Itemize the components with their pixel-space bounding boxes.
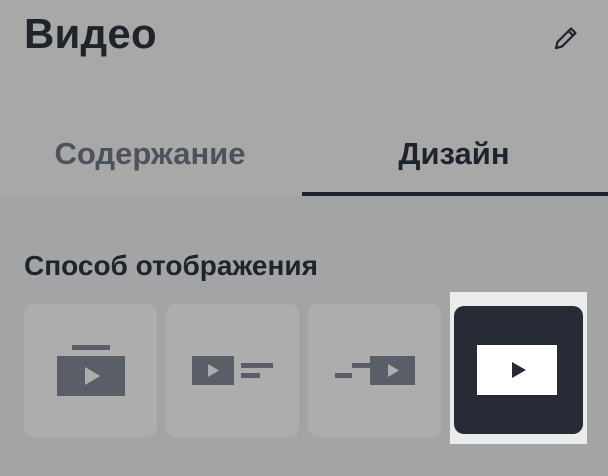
display-option-video-only-highlight <box>450 292 587 444</box>
video-left-text-right-icon <box>192 356 273 385</box>
edit-button[interactable] <box>548 20 584 56</box>
pencil-icon <box>554 27 577 50</box>
video-only-icon <box>477 345 557 395</box>
tab-bar: Содержание Дизайн <box>0 112 608 196</box>
title-above-video-icon <box>57 345 125 396</box>
display-option-title-above[interactable] <box>24 304 157 437</box>
active-tab-indicator <box>302 192 608 196</box>
display-mode-label: Способ отображения <box>24 250 318 281</box>
display-option-video-only[interactable] <box>454 306 583 434</box>
text-left-video-right-icon <box>335 356 415 385</box>
display-option-video-right[interactable] <box>308 304 441 437</box>
header: Видео Содержание Дизайн <box>0 0 608 196</box>
tab-design[interactable]: Дизайн <box>300 112 608 196</box>
display-option-video-left[interactable] <box>166 304 299 437</box>
tab-content[interactable]: Содержание <box>0 112 300 196</box>
page-title: Видео <box>24 10 157 57</box>
